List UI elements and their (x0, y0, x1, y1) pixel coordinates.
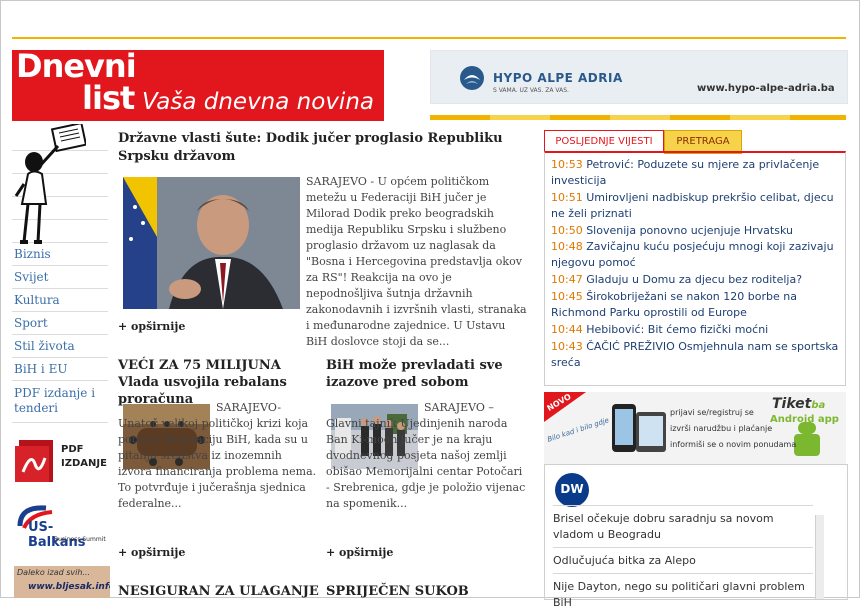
lead-article-photo[interactable] (123, 177, 300, 309)
pdf-ad-line1: PDF (61, 444, 84, 455)
dw-news-item[interactable]: Odlučujuća bitka za Alepo (553, 547, 813, 569)
tiket-ba-ad[interactable]: NOVO Bilo kad i bilo gdje prijavi se/reg… (544, 392, 846, 464)
us-balkans-name: US-Balkans (28, 520, 86, 550)
hypo-slogan: S VAMA. UZ VAS. ZA VAS. (493, 87, 569, 94)
lead-more-link[interactable]: + opširnije (118, 320, 185, 333)
latest-news-list: 10:53 Petrović: Poduzete su mjere za pri… (544, 151, 846, 386)
article2-more-link[interactable]: + opširnije (118, 546, 185, 559)
dodik-photo-image (123, 177, 300, 309)
us-balkans-sub: Business Summit (54, 536, 106, 543)
news-headline: Slovenija ponovno ucjenjuje Hrvatsku (586, 224, 793, 237)
tiket-brand-suffix: ba (811, 400, 826, 411)
news-headline: Gladuju u Domu za djecu bez roditelja? (586, 273, 803, 286)
pdf-document-icon (15, 440, 53, 482)
latest-news-item[interactable]: 10:47 Gladuju u Domu za djecu bez rodite… (551, 272, 841, 288)
dw-news-box: DW Brisel očekuje dobru saradnju sa novo… (544, 464, 848, 609)
latest-news-item[interactable]: 10:53 Petrović: Poduzete su mjere za pri… (551, 157, 841, 189)
dw-logo[interactable]: DW (555, 473, 589, 507)
logo-line2: list (82, 79, 135, 117)
news-headline: Hebibović: Bit ćemo fizički moćni (586, 323, 769, 336)
logo-tagline: Vaša dnevna novina (142, 89, 374, 115)
article2-summary: SARAJEVO- Unatoč velikoj političkoj kriz… (118, 401, 317, 510)
tiket-brand-name: Tiket (772, 396, 812, 412)
article5-title[interactable]: SPRIJEČEN SUKOB (326, 584, 469, 599)
newspaper-girl-illustration (14, 124, 86, 244)
dw-news-item[interactable]: Nije Dayton, nego su političari glavni p… (553, 573, 813, 611)
tiket-bullet: izvrši narudžbu i plaćanje (670, 424, 773, 433)
dw-scrollbar[interactable] (815, 515, 824, 599)
nav-item-kultura[interactable]: Kultura (12, 289, 108, 312)
news-time: 10:48 (551, 240, 583, 253)
article3-title[interactable]: BiH može prevladati sve izazove pred sob… (326, 357, 526, 391)
news-time: 10:45 (551, 290, 583, 303)
article4-title[interactable]: NESIGURAN ZA ULAGANJE (118, 584, 319, 599)
article3-summary: SARAJEVO – Glavni tajnik Ujedinjenih nar… (326, 401, 526, 510)
tiket-bullet: prijavi se/registruj se (670, 408, 754, 417)
logo-line1: Dnevni (16, 50, 137, 85)
article3-more-link[interactable]: + opširnije (326, 546, 393, 559)
bljesak-text: Daleko izad svih... (17, 568, 91, 577)
nav-item-sport[interactable]: Sport (12, 312, 108, 335)
pdf-ad-line2: IZDANJE (61, 458, 107, 469)
hypo-logo-icon (460, 66, 484, 90)
news-time: 10:50 (551, 224, 583, 237)
news-time: 10:44 (551, 323, 583, 336)
news-time: 10:53 (551, 158, 583, 171)
tiket-brand: Tiketba (772, 396, 825, 412)
logo-underline (12, 117, 384, 121)
latest-news-item[interactable]: 10:43 ČAČIĆ PREŽIVIO Osmjehnula nam se s… (551, 339, 841, 371)
news-time: 10:47 (551, 273, 583, 286)
nav-item-bih-i-eu[interactable]: BiH i EU (12, 358, 108, 381)
latest-news-item[interactable]: 10:44 Hebibović: Bit ćemo fizički moćni (551, 322, 841, 338)
tiket-app-label: Android app (770, 414, 839, 425)
hypo-alpe-adria-banner[interactable]: HYPO ALPE ADRIA S VAMA. UZ VAS. ZA VAS. … (430, 50, 848, 104)
lead-article-summary: SARAJEVO - U općem političkom metežu u F… (306, 175, 527, 348)
nav-item-svijet[interactable]: Svijet (12, 266, 108, 289)
tab-latest-news[interactable]: POSLJEDNJE VIJESTI (544, 130, 664, 153)
pdf-izdanje-ad[interactable]: PDF IZDANJE (15, 436, 107, 486)
us-balkans-ad[interactable]: US-Balkans Business Summit (14, 500, 110, 552)
latest-news-item[interactable]: 10:51 Umirovljeni nadbiskup prekršio cel… (551, 190, 841, 222)
news-headline: Petrović: Poduzete su mjere za privlačen… (551, 158, 820, 187)
bljesak-url: www.bljesak.info (28, 582, 110, 592)
latest-news-item[interactable]: 10:48 Zavičajnu kuću posjećuju mnogi koj… (551, 239, 841, 271)
tiket-bullet: informiši se o novim ponudama (670, 440, 797, 449)
nav-item-stil-zivota[interactable]: Stil života (12, 335, 108, 358)
hypo-url: www.hypo-alpe-adria.ba (697, 83, 835, 94)
news-headline: Zavičajnu kuću posjećuju mnogi koji zazi… (551, 240, 834, 269)
news-headline: Širokobriježani se nakon 120 borbe na Ri… (551, 290, 797, 319)
news-headline: ČAČIĆ PREŽIVIO Osmjehnula nam se sportsk… (551, 340, 839, 369)
top-rule (12, 37, 846, 39)
yellow-stripe (430, 115, 846, 120)
news-tabs: POSLJEDNJE VIJESTI PRETRAGA (544, 130, 846, 154)
site-logo[interactable]: Dnevni list Vaša dnevna novina (12, 50, 384, 118)
dw-logo-text: DW (560, 482, 584, 496)
latest-news-item[interactable]: 10:45 Širokobriježani se nakon 120 borbe… (551, 289, 841, 321)
hypo-name: HYPO ALPE ADRIA (493, 71, 623, 85)
nav-item-pdf-izdanje[interactable]: PDF izdanje i tenderi (12, 381, 108, 423)
bljesak-ad[interactable]: Daleko izad svih... www.bljesak.info (14, 566, 110, 598)
news-headline: Umirovljeni nadbiskup prekršio celibat, … (551, 191, 834, 220)
latest-news-item[interactable]: 10:50 Slovenija ponovno ucjenjuje Hrvats… (551, 223, 841, 239)
dw-news-item[interactable]: Brisel očekuje dobru saradnju sa novom v… (553, 505, 813, 543)
news-time: 10:51 (551, 191, 583, 204)
lead-article-title[interactable]: Državne vlasti šute: Dodik jučer proglas… (118, 130, 528, 166)
news-time: 10:43 (551, 340, 583, 353)
